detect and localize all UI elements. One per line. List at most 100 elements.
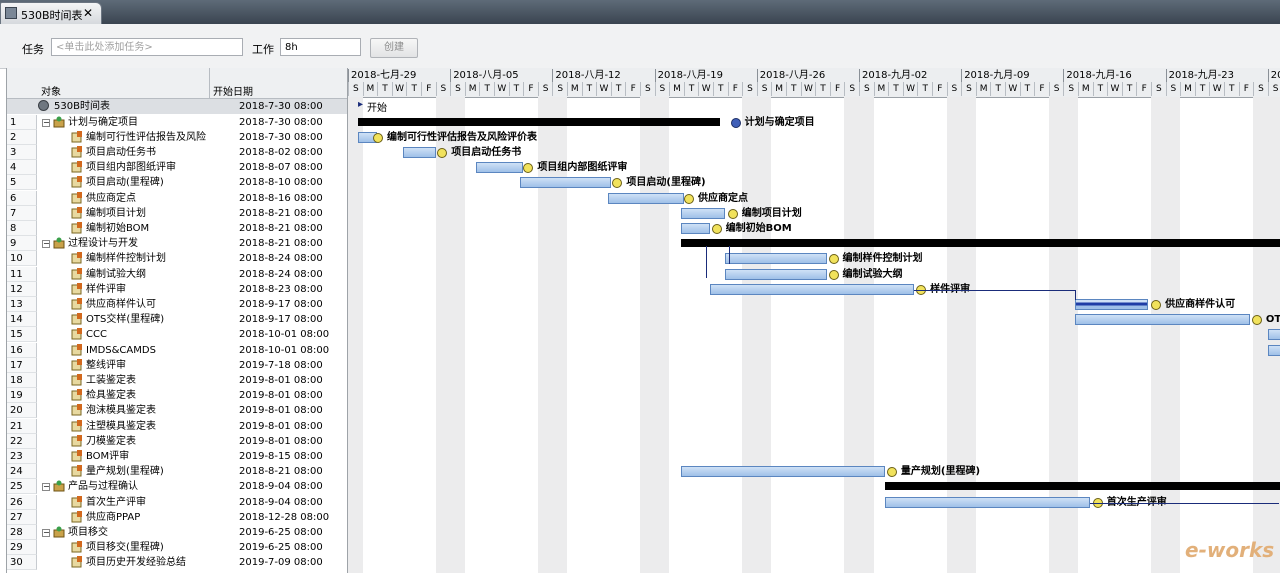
grid-row[interactable]: 29 项目移交(里程碑) 2019-6-25 08:00 <box>7 540 347 556</box>
row-number[interactable]: 17 <box>7 357 37 373</box>
grid-row[interactable]: 27 供应商PPAP 2018-12-28 08:00 <box>7 509 347 525</box>
task-name[interactable]: 项目启动任务书 <box>86 145 235 160</box>
task-bar[interactable] <box>1075 298 1149 310</box>
column-object[interactable]: 对象 <box>41 83 61 98</box>
row-number[interactable]: 7 <box>7 205 37 221</box>
row-number[interactable]: 14 <box>7 312 37 328</box>
task-name[interactable]: OTS交样(里程碑) <box>86 312 235 327</box>
grid-row[interactable]: 15 CCC 2018-10-01 08:00 <box>7 327 347 343</box>
row-number[interactable]: 13 <box>7 296 37 312</box>
task-name[interactable]: 计划与确定项目 <box>68 115 235 130</box>
row-number[interactable]: 23 <box>7 448 37 464</box>
row-number[interactable]: 28 <box>7 524 37 540</box>
task-start-date[interactable]: 2018-8-10 08:00 <box>239 175 329 190</box>
task-name[interactable]: 量产规划(里程碑) <box>86 464 235 479</box>
row-number[interactable]: 22 <box>7 433 37 449</box>
row-number[interactable]: 2 <box>7 129 37 145</box>
collapse-toggle-icon[interactable]: − <box>42 528 50 537</box>
task-start-date[interactable]: 2018-9-17 08:00 <box>239 312 329 327</box>
task-start-date[interactable]: 2018-8-21 08:00 <box>239 464 329 479</box>
task-start-date[interactable]: 2019-8-01 08:00 <box>239 388 329 403</box>
summary-bar[interactable] <box>885 482 1280 491</box>
task-bar[interactable] <box>680 207 725 219</box>
task-start-date[interactable]: 2018-8-02 08:00 <box>239 145 329 160</box>
task-name[interactable]: BOM评审 <box>86 449 235 464</box>
task-start-date[interactable]: 2018-9-04 08:00 <box>239 495 329 510</box>
task-start-date[interactable]: 2018-9-17 08:00 <box>239 297 329 312</box>
create-button[interactable]: 创建 <box>370 38 418 58</box>
row-number[interactable]: 21 <box>7 418 37 434</box>
task-name[interactable]: 注塑模具鉴定表 <box>86 419 235 434</box>
grid-row[interactable]: 22 刀模鉴定表 2019-8-01 08:00 <box>7 433 347 449</box>
task-start-date[interactable]: 2018-8-21 08:00 <box>239 206 329 221</box>
grid-row[interactable]: 23 BOM评审 2019-8-15 08:00 <box>7 448 347 464</box>
task-name[interactable]: 项目组内部图纸评审 <box>86 160 235 175</box>
task-name[interactable]: CCC <box>86 327 235 342</box>
collapse-toggle-icon[interactable]: − <box>42 483 50 492</box>
task-start-date[interactable]: 2019-6-25 08:00 <box>239 525 329 540</box>
grid-row[interactable]: 30 项目历史开发经验总结 2019-7-09 08:00 <box>7 555 347 571</box>
task-name[interactable]: 项目移交(里程碑) <box>86 540 235 555</box>
task-start-date[interactable]: 2018-8-16 08:00 <box>239 191 329 206</box>
task-start-date[interactable]: 2018-8-21 08:00 <box>239 221 329 236</box>
grid-row[interactable]: 11 编制试验大纲 2018-8-24 08:00 <box>7 266 347 282</box>
grid-row[interactable]: 13 供应商样件认可 2018-9-17 08:00 <box>7 296 347 312</box>
task-start-date[interactable]: 2019-8-15 08:00 <box>239 449 329 464</box>
grid-row[interactable]: 20 泡沫模具鉴定表 2019-8-01 08:00 <box>7 403 347 419</box>
task-name[interactable]: 工装鉴定表 <box>86 373 235 388</box>
grid-row[interactable]: 25− 产品与过程确认 2018-9-04 08:00 <box>7 479 347 495</box>
task-name[interactable]: 供应商定点 <box>86 191 235 206</box>
grid-row[interactable]: 7 编制项目计划 2018-8-21 08:00 <box>7 205 347 221</box>
task-bar[interactable] <box>680 466 886 478</box>
task-name[interactable]: 首次生产评审 <box>86 495 235 510</box>
task-bar[interactable] <box>476 162 524 174</box>
row-number[interactable]: 9 <box>7 236 37 252</box>
task-name[interactable]: 编制初始BOM <box>86 221 235 236</box>
task-start-date[interactable]: 2018-10-01 08:00 <box>239 343 329 358</box>
grid-row[interactable]: 28− 项目移交 2019-6-25 08:00 <box>7 524 347 540</box>
row-number[interactable]: 18 <box>7 372 37 388</box>
row-number[interactable]: 20 <box>7 403 37 419</box>
grid-row[interactable]: 8 编制初始BOM 2018-8-21 08:00 <box>7 220 347 236</box>
row-number[interactable]: 15 <box>7 327 37 343</box>
row-number[interactable]: 12 <box>7 281 37 297</box>
task-bar[interactable] <box>607 192 684 204</box>
task-start-date[interactable]: 2018-8-24 08:00 <box>239 267 329 282</box>
summary-bar[interactable] <box>680 239 1280 248</box>
task-name[interactable]: 编制项目计划 <box>86 206 235 221</box>
row-number[interactable]: 5 <box>7 175 37 191</box>
row-number[interactable]: 29 <box>7 540 37 556</box>
grid-row[interactable]: 2 编制可行性评估报告及风险 2018-7-30 08:00 <box>7 129 347 145</box>
row-number[interactable]: 30 <box>7 555 37 571</box>
task-start-date[interactable]: 2018-12-28 08:00 <box>239 510 329 525</box>
task-name[interactable]: 泡沫模具鉴定表 <box>86 403 235 418</box>
column-start-date[interactable]: 开始日期 <box>213 83 253 98</box>
task-name[interactable]: 检具鉴定表 <box>86 388 235 403</box>
task-name[interactable]: 项目启动(里程碑) <box>86 175 235 190</box>
task-start-date[interactable]: 2019-7-09 08:00 <box>239 555 329 570</box>
task-name[interactable]: 编制试验大纲 <box>86 267 235 282</box>
task-start-date[interactable]: 2019-8-01 08:00 <box>239 373 329 388</box>
grid-row[interactable]: 1− 计划与确定项目 2018-7-30 08:00 <box>7 114 347 130</box>
row-number[interactable]: 11 <box>7 266 37 282</box>
grid-row[interactable]: 6 供应商定点 2018-8-16 08:00 <box>7 190 347 206</box>
task-start-date[interactable]: 2018-7-30 08:00 <box>239 130 329 145</box>
row-number[interactable]: 16 <box>7 342 37 358</box>
row-number[interactable]: 6 <box>7 190 37 206</box>
task-name[interactable]: 编制可行性评估报告及风险 <box>86 130 235 145</box>
task-start-date[interactable]: 2018-7-30 08:00 <box>239 115 329 130</box>
task-start-date[interactable]: 2018-8-23 08:00 <box>239 282 329 297</box>
task-name[interactable]: 供应商PPAP <box>86 510 235 525</box>
grid-row[interactable]: 10 编制样件控制计划 2018-8-24 08:00 <box>7 251 347 267</box>
row-number[interactable]: 10 <box>7 251 37 267</box>
task-name[interactable]: 过程设计与开发 <box>68 236 235 251</box>
summary-bar[interactable] <box>358 117 721 126</box>
grid-row[interactable]: 9− 过程设计与开发 2018-8-21 08:00 <box>7 236 347 252</box>
row-number[interactable]: 4 <box>7 160 37 176</box>
task-name[interactable]: 供应商样件认可 <box>86 297 235 312</box>
task-bar[interactable] <box>724 268 827 280</box>
task-start-date[interactable]: 2018-9-04 08:00 <box>239 479 329 494</box>
grid-row[interactable]: 19 检具鉴定表 2019-8-01 08:00 <box>7 388 347 404</box>
grid-row[interactable]: 24 量产规划(里程碑) 2018-8-21 08:00 <box>7 464 347 480</box>
task-bar[interactable] <box>1267 344 1280 356</box>
